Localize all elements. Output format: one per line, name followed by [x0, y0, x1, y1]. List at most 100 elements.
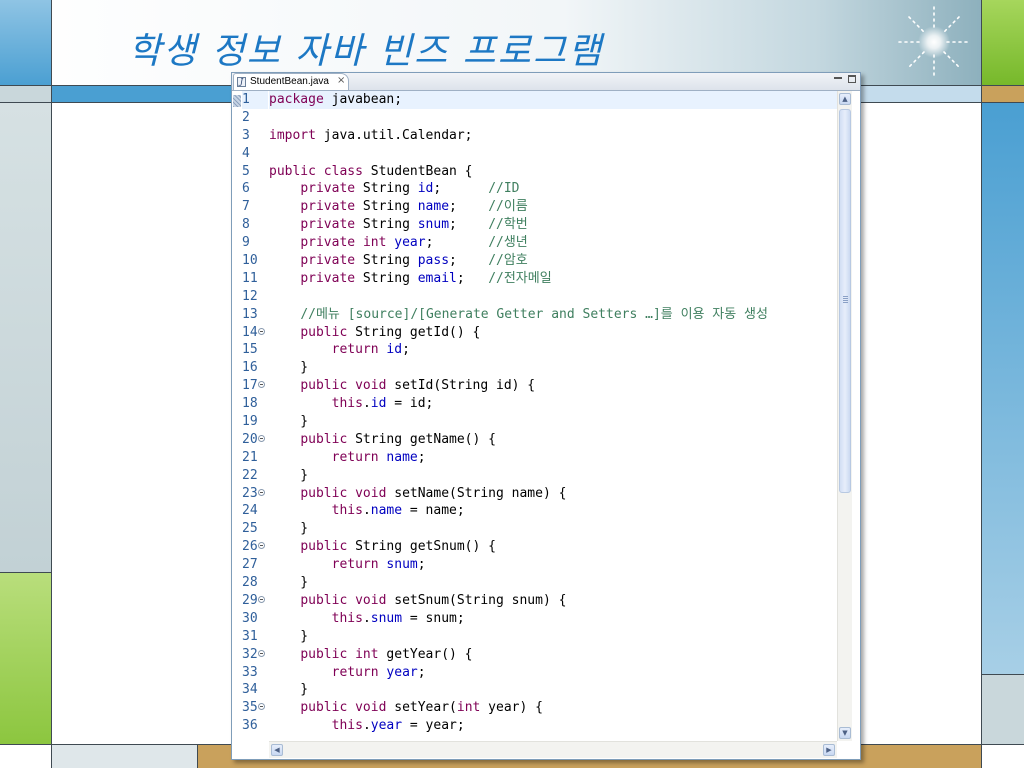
code-line[interactable]: public String getId() { — [269, 324, 837, 342]
code-line[interactable]: } — [269, 681, 837, 699]
current-line-marker — [233, 95, 241, 107]
collapse-fold-icon[interactable] — [258, 381, 265, 389]
code-line[interactable]: } — [269, 359, 837, 377]
collapse-fold-icon[interactable] — [258, 542, 265, 550]
line-number: 31 — [242, 628, 268, 646]
minimize-icon[interactable] — [834, 75, 842, 83]
code-line[interactable]: return name; — [269, 449, 837, 467]
code-line[interactable]: return id; — [269, 341, 837, 359]
code-token: void — [355, 378, 387, 394]
scroll-right-arrow-icon[interactable]: ▶ — [823, 744, 835, 756]
deco-bottom-grey — [51, 744, 197, 768]
code-line[interactable]: public String getSnum() { — [269, 538, 837, 556]
code-line[interactable]: public void setId(String id) { — [269, 377, 837, 395]
code-line[interactable]: private String email; //전자메일 — [269, 270, 837, 288]
code-token: //학번 — [488, 217, 528, 233]
deco-stripe-lightblue — [859, 86, 981, 102]
code-lines[interactable]: package javabean; import java.util.Calen… — [269, 91, 837, 741]
code-line[interactable]: } — [269, 520, 837, 538]
code-line[interactable]: } — [269, 574, 837, 592]
code-token: = snum; — [402, 610, 465, 626]
deco-stripe-blue — [51, 86, 231, 102]
line-number: 12 — [242, 288, 268, 306]
code-token: this — [331, 503, 363, 519]
code-line[interactable]: } — [269, 413, 837, 431]
close-tab-icon[interactable]: × — [337, 75, 345, 86]
code-token: } — [269, 360, 309, 376]
code-token: } — [269, 682, 309, 698]
code-line[interactable]: return year; — [269, 664, 837, 682]
code-line[interactable]: this.snum = snum; — [269, 610, 837, 628]
code-token: return — [331, 557, 379, 573]
code-line[interactable]: this.id = id; — [269, 395, 837, 413]
code-token: email — [417, 270, 457, 286]
maximize-icon[interactable] — [848, 75, 856, 83]
code-token: this — [331, 396, 363, 412]
code-token: } — [269, 521, 309, 537]
scroll-down-arrow-icon[interactable]: ▼ — [839, 727, 851, 739]
line-number: 6 — [242, 180, 268, 198]
collapse-fold-icon[interactable] — [258, 649, 265, 657]
code-token: this — [331, 610, 363, 626]
collapse-fold-icon[interactable] — [258, 327, 265, 335]
code-line[interactable]: public String getName() { — [269, 431, 837, 449]
collapse-fold-icon[interactable] — [258, 488, 265, 496]
code-line[interactable]: import java.util.Calendar; — [269, 127, 837, 145]
code-token: setYear( — [386, 700, 457, 716]
code-line[interactable]: this.year = year; — [269, 717, 837, 735]
code-line[interactable]: public void setSnum(String snum) { — [269, 592, 837, 610]
code-token: ; — [433, 181, 489, 197]
code-line[interactable]: package javabean; — [269, 91, 837, 109]
scroll-up-arrow-icon[interactable]: ▲ — [839, 93, 851, 105]
code-line[interactable] — [269, 109, 837, 127]
vertical-scroll-thumb[interactable] — [839, 109, 851, 493]
line-number: 4 — [242, 145, 268, 163]
code-line[interactable]: return snum; — [269, 556, 837, 574]
line-number: 8 — [242, 216, 268, 234]
tab-studentbean-java[interactable]: J StudentBean.java × — [233, 73, 349, 90]
collapse-fold-icon[interactable] — [258, 595, 265, 603]
code-line[interactable]: public class StudentBean { — [269, 163, 837, 181]
code-line[interactable]: private String snum; //학번 — [269, 216, 837, 234]
code-token: ; — [449, 217, 489, 233]
code-line[interactable]: public int getYear() { — [269, 646, 837, 664]
slide-title: 학생 정보 자바 빈즈 프로그램 — [128, 31, 604, 72]
collapse-fold-icon[interactable] — [258, 703, 265, 711]
code-text-area[interactable]: 1 2 3 4 5 6 7 8 9 10 11 12 13 14 15 16 17 18 19 20 21 22 23 24 2… — [232, 91, 837, 741]
code-token: ; — [417, 449, 426, 465]
horizontal-scrollbar[interactable]: ◀ ▶ — [269, 741, 837, 758]
code-line[interactable] — [269, 288, 837, 306]
scroll-left-arrow-icon[interactable]: ◀ — [271, 744, 283, 756]
code-token: void — [355, 485, 387, 501]
code-token: private — [300, 235, 356, 251]
code-line[interactable]: } — [269, 467, 837, 485]
line-number: 11 — [242, 270, 268, 288]
code-line[interactable]: private String name; //이름 — [269, 198, 837, 216]
code-line[interactable] — [269, 145, 837, 163]
collapse-fold-icon[interactable] — [258, 434, 265, 442]
code-token: public — [300, 646, 348, 662]
line-number-text: 11 — [242, 270, 258, 286]
code-line[interactable]: this.name = name; — [269, 502, 837, 520]
line-number: 35 — [242, 699, 268, 717]
line-number-text: 19 — [242, 414, 258, 430]
code-line[interactable]: //메뉴 [source]/[Generate Getter and Sette… — [269, 306, 837, 324]
vertical-scrollbar[interactable]: ▲ ▼ — [837, 91, 852, 741]
line-number: 27 — [242, 556, 268, 574]
line-number-text: 28 — [242, 575, 258, 591]
code-line[interactable]: private String id; //ID — [269, 180, 837, 198]
code-line[interactable]: private int year; //생년 — [269, 234, 837, 252]
line-number-text: 4 — [242, 145, 250, 161]
code-line[interactable]: } — [269, 628, 837, 646]
code-token: private — [300, 253, 356, 269]
line-number-text: 36 — [242, 718, 258, 734]
line-number: 30 — [242, 610, 268, 628]
code-line[interactable]: public void setYear(int year) { — [269, 699, 837, 717]
code-line[interactable]: private String pass; //암호 — [269, 252, 837, 270]
code-line[interactable]: public void setName(String name) { — [269, 485, 837, 503]
